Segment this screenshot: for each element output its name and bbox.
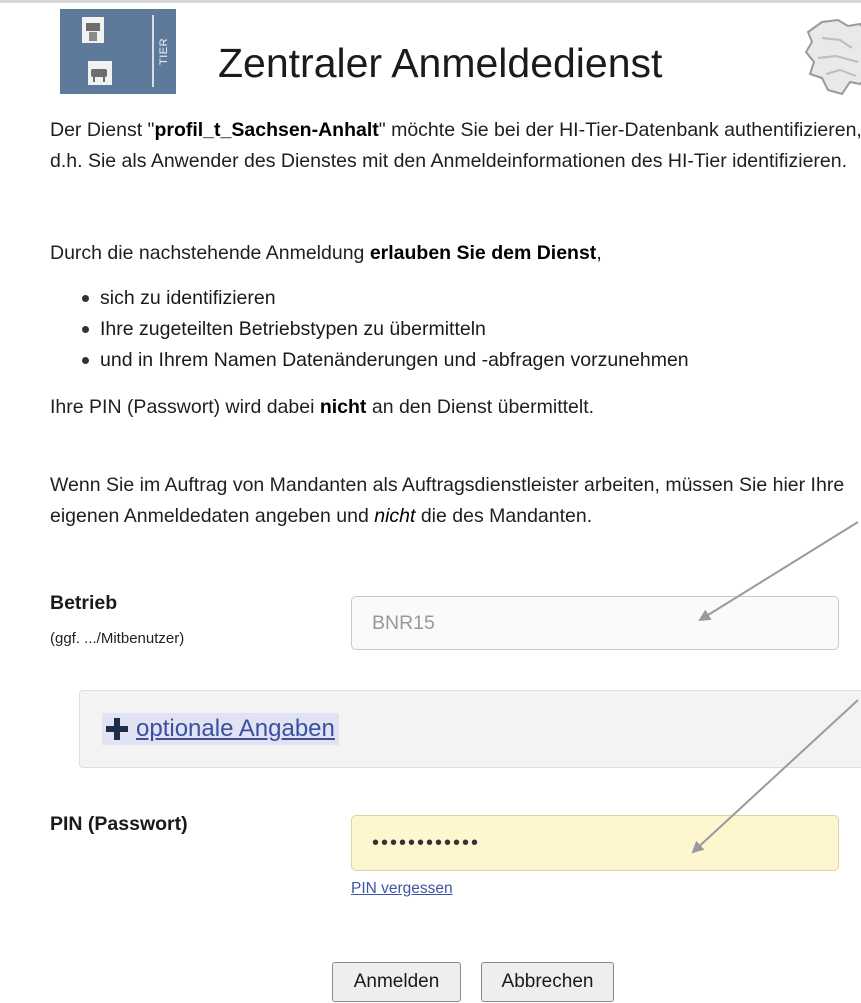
germany-map-icon <box>804 18 861 96</box>
mandant-note: Wenn Sie im Auftrag von Mandanten als Au… <box>50 474 845 527</box>
list-item: und in Ihrem Namen Datenänderungen und -… <box>50 345 861 376</box>
betrieb-hint: (ggf. .../Mitbenutzer) <box>50 630 185 647</box>
plus-icon <box>106 718 128 740</box>
logo-text: TIER <box>158 37 170 65</box>
pin-input[interactable] <box>351 815 839 871</box>
cow-icon <box>88 61 112 85</box>
forgot-pin-link[interactable]: PIN vergessen <box>351 880 453 898</box>
pin-note: Ihre PIN (Passwort) wird dabei nicht an … <box>50 396 595 418</box>
login-button[interactable]: Anmelden <box>332 962 461 1002</box>
top-border <box>0 0 861 3</box>
betrieb-label: Betrieb <box>50 592 118 614</box>
optional-section: optionale Angaben <box>79 690 861 768</box>
service-name: profil_t_Sachsen-Anhalt <box>154 119 379 141</box>
page-title: Zentraler Anmeldedienst <box>218 40 663 86</box>
hi-tier-logo: TIER <box>60 9 176 94</box>
permission-text: Durch die nachstehende Anmeldung erlaube… <box>50 242 602 264</box>
optional-label: optionale Angaben <box>136 715 335 742</box>
optional-toggle-link[interactable]: optionale Angaben <box>102 713 339 745</box>
intro-text: Der Dienst "profil_t_Sachsen-Anhalt" möc… <box>50 119 861 172</box>
list-item: Ihre zugeteilten Betriebstypen zu übermi… <box>50 314 861 345</box>
building-icon <box>82 17 104 43</box>
pin-label: PIN (Passwort) <box>50 813 188 835</box>
permissions-list: sich zu identifizieren Ihre zugeteilten … <box>50 283 861 376</box>
betrieb-input[interactable] <box>351 596 839 650</box>
logo-divider <box>152 15 154 87</box>
cancel-button[interactable]: Abbrechen <box>481 962 614 1002</box>
list-item: sich zu identifizieren <box>50 283 861 314</box>
